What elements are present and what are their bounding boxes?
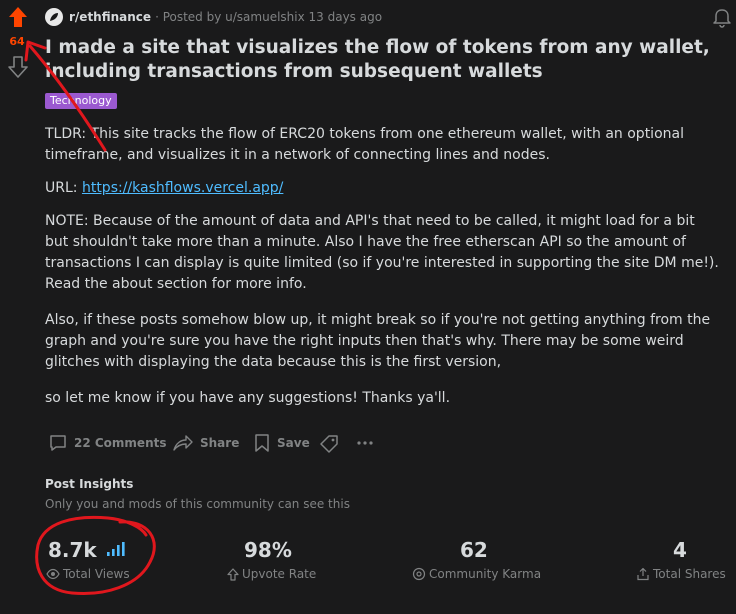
body-paragraph: Also, if these posts somehow blow up, it… <box>45 312 711 370</box>
stat-label-text: Community Karma <box>429 567 542 581</box>
insights-subtitle: Only you and mods of this community can … <box>45 497 350 511</box>
share-up-icon <box>637 567 649 581</box>
body-paragraph: NOTE: Because of the amount of data and … <box>45 213 719 292</box>
subreddit-icon[interactable] <box>45 8 63 26</box>
post-flair[interactable]: Technology <box>45 93 117 109</box>
save-label: Save <box>277 436 310 450</box>
tag-icon <box>320 435 338 453</box>
body-paragraph: TLDR: This site tracks the flow of ERC20… <box>45 126 684 163</box>
insights-title: Post Insights <box>45 477 134 491</box>
post-body: TLDR: This site tracks the flow of ERC20… <box>45 124 720 409</box>
stat-label-text: Total Shares <box>653 567 726 581</box>
total-views-label: Total Views <box>46 567 130 581</box>
post-header: r/ethfinance · Posted by u/samuelshix 13… <box>45 7 382 27</box>
save-icon <box>255 434 269 452</box>
notification-button[interactable] <box>711 6 733 28</box>
eye-icon <box>46 568 60 580</box>
save-button[interactable]: Save <box>253 430 310 456</box>
share-button[interactable]: Share <box>172 430 239 456</box>
vote-score: 64 <box>9 35 25 48</box>
bar-chart-icon <box>106 542 125 556</box>
karma-icon <box>412 567 426 581</box>
total-shares-label: Total Shares <box>636 567 726 581</box>
upvote-rate-value: 98% <box>244 538 292 562</box>
body-url-line: URL: https://kashflows.vercel.app/ <box>45 178 720 199</box>
comments-label: 22 Comments <box>74 436 167 450</box>
share-icon <box>173 435 193 451</box>
bell-icon <box>713 9 731 28</box>
stat-label-text: Total Views <box>63 567 130 581</box>
url-label: URL: <box>45 180 82 196</box>
stat-label-text: Upvote Rate <box>242 567 317 581</box>
total-shares-value: 4 <box>673 538 687 562</box>
body-paragraph: so let me know if you have any suggestio… <box>45 390 451 406</box>
total-views-value[interactable]: 8.7k <box>48 538 126 562</box>
site-link[interactable]: https://kashflows.vercel.app/ <box>82 180 283 196</box>
stat-value: 8.7k <box>48 538 97 562</box>
community-karma-value: 62 <box>460 538 488 562</box>
comment-icon <box>50 435 66 451</box>
post-title[interactable]: I made a site that visualizes the flow o… <box>45 36 725 84</box>
upvote-icon <box>9 7 27 27</box>
share-label: Share <box>200 436 240 450</box>
downvote-icon <box>8 56 28 78</box>
upvote-outline-icon <box>227 567 239 581</box>
community-karma-label: Community Karma <box>412 567 541 581</box>
more-icon <box>357 441 373 445</box>
upvote-rate-label: Upvote Rate <box>227 567 316 581</box>
more-options-button[interactable] <box>355 430 381 456</box>
upvote-button[interactable] <box>8 6 28 28</box>
tag-button[interactable] <box>318 430 346 456</box>
downvote-button[interactable] <box>8 56 28 78</box>
comments-button[interactable]: 22 Comments <box>48 430 167 456</box>
post-meta: · Posted by u/samuelshix 13 days ago <box>155 10 383 24</box>
subreddit-name[interactable]: r/ethfinance <box>69 10 151 24</box>
